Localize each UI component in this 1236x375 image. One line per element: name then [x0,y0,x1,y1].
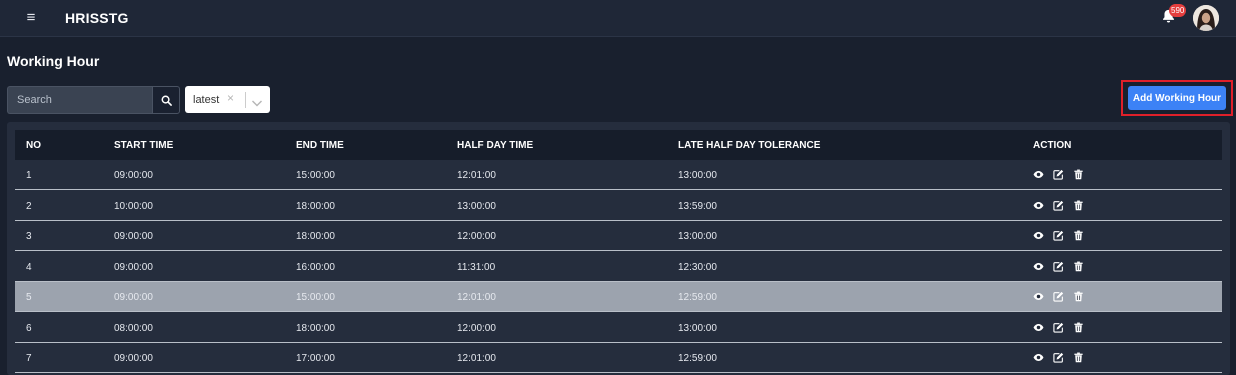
table-row[interactable]: 6 08:00:00 18:00:00 12:00:00 13:00:00 [15,313,1222,343]
column-header-no: NO [26,140,41,151]
edit-icon[interactable] [1053,230,1064,241]
cell-no: 2 [26,200,32,212]
edit-icon[interactable] [1053,169,1064,180]
cell-start-time: 08:00:00 [114,322,153,334]
cell-no: 7 [26,353,32,364]
edit-icon[interactable] [1053,200,1064,211]
table-row[interactable]: 5 09:00:00 15:00:00 12:01:00 12:59:00 [15,282,1222,312]
cell-half-day-time: 12:00:00 [457,231,496,242]
select-separator [245,92,246,108]
eye-icon[interactable] [1033,291,1044,302]
add-working-hour-button[interactable]: Add Working Hour [1128,86,1226,110]
trash-icon[interactable] [1073,352,1084,363]
notification-badge: 590 [1169,4,1187,17]
eye-icon[interactable] [1033,322,1044,333]
cell-end-time: 17:00:00 [296,353,335,364]
trash-icon[interactable] [1073,261,1084,272]
cell-no: 5 [26,292,32,303]
cell-late-tolerance: 13:00:00 [678,170,717,181]
edit-icon[interactable] [1053,261,1064,272]
cell-start-time: 09:00:00 [114,353,153,364]
column-header-end-time: END TIME [296,140,344,151]
cell-start-time: 09:00:00 [114,261,153,273]
eye-icon[interactable] [1033,200,1044,211]
sort-select-value: latest [193,94,220,106]
cell-half-day-time: 12:00:00 [457,322,496,334]
cell-end-time: 15:00:00 [296,170,335,181]
cell-no: 6 [26,322,32,334]
cell-end-time: 18:00:00 [296,200,335,212]
eye-icon[interactable] [1033,352,1044,363]
app-brand: HRISSTG [65,10,129,26]
cell-no: 3 [26,231,32,242]
edit-icon[interactable] [1053,291,1064,302]
top-bar: ≡ HRISSTG 590 [0,0,1236,37]
cell-half-day-time: 12:01:00 [457,353,496,364]
eye-icon[interactable] [1033,261,1044,272]
trash-icon[interactable] [1073,291,1084,302]
table-row[interactable]: 1 09:00:00 15:00:00 12:01:00 13:00:00 [15,160,1222,190]
cell-start-time: 09:00:00 [114,231,153,242]
search-button[interactable] [152,86,180,114]
cell-half-day-time: 11:31:00 [457,261,496,273]
table-header: NO START TIME END TIME HALF DAY TIME LAT… [15,130,1222,160]
cell-late-tolerance: 12:30:00 [678,261,717,273]
cell-end-time: 18:00:00 [296,231,335,242]
cell-end-time: 16:00:00 [296,261,335,273]
column-header-half-day-time: HALF DAY TIME [457,140,534,151]
trash-icon[interactable] [1073,322,1084,333]
cell-half-day-time: 12:01:00 [457,170,496,181]
trash-icon[interactable] [1073,230,1084,241]
edit-icon[interactable] [1053,352,1064,363]
search-input[interactable] [7,86,152,114]
edit-icon[interactable] [1053,322,1064,333]
table-row[interactable]: 4 09:00:00 16:00:00 11:31:00 12:30:00 [15,252,1222,282]
cell-late-tolerance: 12:59:00 [678,292,717,303]
column-header-late-half-day-tolerance: LATE HALF DAY TOLERANCE [678,140,821,151]
cell-no: 1 [26,170,32,181]
cell-late-tolerance: 13:59:00 [678,200,717,212]
hamburger-icon[interactable]: ≡ [22,9,40,27]
cell-start-time: 09:00:00 [114,292,153,303]
cell-late-tolerance: 13:00:00 [678,231,717,242]
page-title: Working Hour [7,53,100,69]
column-header-action: ACTION [1033,140,1072,151]
table-row[interactable]: 7 09:00:00 17:00:00 12:01:00 12:59:00 [15,343,1222,373]
cell-half-day-time: 13:00:00 [457,200,496,212]
eye-icon[interactable] [1033,169,1044,180]
search-icon [161,95,172,106]
eye-icon[interactable] [1033,230,1044,241]
column-header-start-time: START TIME [114,140,174,151]
cell-start-time: 09:00:00 [114,170,153,181]
cell-end-time: 15:00:00 [296,292,335,303]
trash-icon[interactable] [1073,169,1084,180]
cell-half-day-time: 12:01:00 [457,292,496,303]
avatar[interactable] [1193,5,1219,31]
table-row[interactable]: 3 09:00:00 18:00:00 12:00:00 13:00:00 [15,221,1222,251]
cell-start-time: 10:00:00 [114,200,153,212]
trash-icon[interactable] [1073,200,1084,211]
clear-icon[interactable]: × [227,92,234,104]
chevron-down-icon[interactable] [251,95,263,107]
cell-late-tolerance: 12:59:00 [678,353,717,364]
cell-no: 4 [26,261,32,273]
table-row[interactable]: 2 10:00:00 18:00:00 13:00:00 13:59:00 [15,191,1222,221]
cell-late-tolerance: 13:00:00 [678,322,717,334]
cell-end-time: 18:00:00 [296,322,335,334]
